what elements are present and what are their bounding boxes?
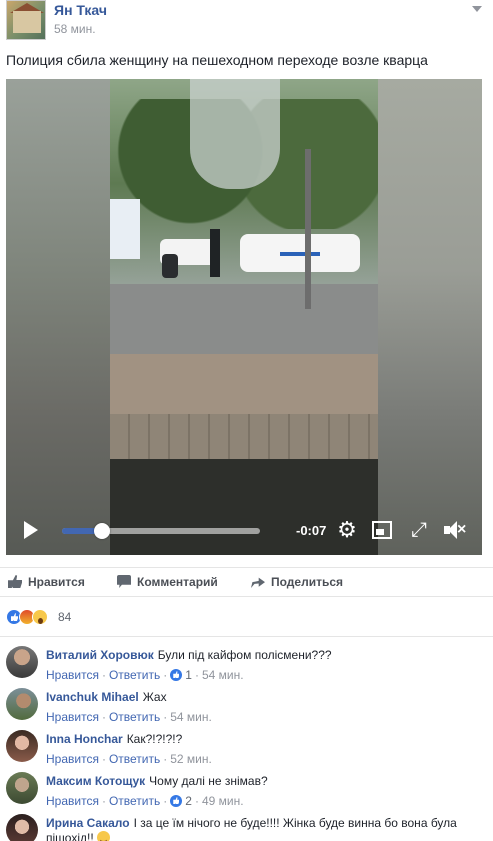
video-frame[interactable] <box>110 79 378 555</box>
comment-reply-link[interactable]: Ответить <box>109 752 160 766</box>
meta-separator: · <box>163 752 168 766</box>
comment-meta: Нравится · Ответить · 52 мин. <box>46 752 212 766</box>
comment-reply-link[interactable]: Ответить <box>109 710 160 724</box>
comment-body: Inna Honchar Как?!?!?!? <box>46 732 486 747</box>
meta-separator: · <box>163 710 168 724</box>
comment-like-link[interactable]: Нравится <box>46 668 99 682</box>
comments-divider <box>0 636 493 637</box>
video-progress-bar[interactable] <box>62 523 260 539</box>
comment-body: Ivanchuk Mihael Жах <box>46 690 486 705</box>
meta-separator: · <box>163 668 168 682</box>
comment-time[interactable]: 54 мин. <box>202 668 244 682</box>
mute-x: × <box>457 521 467 538</box>
author-name[interactable]: Ян Ткач <box>54 2 107 18</box>
comment-body: Виталий Хоровюк Були під кайфом полісмени… <box>46 648 486 663</box>
video-time-remaining: -0:07 <box>296 523 327 538</box>
post-header: Ян Ткач 58 мин. <box>0 0 493 44</box>
like-button[interactable]: Нравится <box>8 575 85 589</box>
comment-like-count[interactable]: 1 <box>185 668 192 682</box>
picture-in-picture-icon[interactable] <box>372 521 392 539</box>
meta-separator: · <box>101 794 106 808</box>
video-blur-left <box>6 79 110 555</box>
commenter-name[interactable]: Ivanchuk Mihael <box>46 690 139 704</box>
comment-like-icon <box>170 795 183 807</box>
comment-item: Ivanchuk Mihael Жах Нравится · Ответить · 54 … <box>0 688 493 730</box>
comment-item: Виталий Хоровюк Були під кайфом полісмени… <box>0 646 493 688</box>
commenter-avatar[interactable] <box>6 772 38 804</box>
commenter-name[interactable]: Inna Honchar <box>46 732 123 746</box>
comment-item: Ирина Сакало І за це їм нічого не буде!!!… <box>0 814 493 841</box>
comment-body: Максим Котощук Чому далі не знімав? <box>46 774 486 789</box>
video-controls: -0:07 ⚙ ⤢ × <box>6 509 482 555</box>
comment-meta: Нравится · Ответить · 1 · 54 мин. <box>46 668 244 682</box>
meta-separator: · <box>194 794 199 808</box>
comment-like-icon <box>170 669 183 681</box>
meta-separator: · <box>101 668 106 682</box>
share-arrow-icon <box>251 577 265 588</box>
comment-time[interactable]: 54 мин. <box>170 710 212 724</box>
post-text: Полиция сбила женщину на пешеходном пере… <box>6 52 428 68</box>
commenter-avatar[interactable] <box>6 646 38 678</box>
avatar-house-shape <box>13 11 41 33</box>
like-label: Нравится <box>28 575 85 589</box>
mute-icon[interactable]: × <box>444 521 468 539</box>
comment-text: Как?!?!?!? <box>126 732 183 746</box>
video-blur-right <box>378 79 482 555</box>
commenter-name[interactable]: Максим Котощук <box>46 774 145 788</box>
video-sky <box>190 79 280 189</box>
comment-label: Комментарий <box>137 575 218 589</box>
video-sign-pole <box>305 149 311 309</box>
gear-icon[interactable]: ⚙ <box>336 519 358 541</box>
comment-like-count[interactable]: 2 <box>185 794 192 808</box>
comment-body: Ирина Сакало І за це їм нічого не буде!!!… <box>46 816 486 841</box>
chevron-down-icon[interactable] <box>469 4 485 14</box>
meta-separator: · <box>194 668 199 682</box>
comment-time[interactable]: 49 мин. <box>202 794 244 808</box>
meta-separator: · <box>101 710 106 724</box>
comment-reply-link[interactable]: Ответить <box>109 668 160 682</box>
commenter-avatar[interactable] <box>6 688 38 720</box>
meta-separator: · <box>101 752 106 766</box>
comment-reply-link[interactable]: Ответить <box>109 794 160 808</box>
comment-item: Inna Honchar Как?!?!?!? Нравится · Ответить… <box>0 730 493 772</box>
meta-separator: · <box>163 794 168 808</box>
commenter-avatar[interactable] <box>6 814 38 841</box>
video-bus-stop <box>110 199 140 259</box>
comment-like-link[interactable]: Нравится <box>46 752 99 766</box>
share-label: Поделиться <box>271 575 344 589</box>
comment-item: Максим Котощук Чому далі не знімав? Нрави… <box>0 772 493 814</box>
video-person-standing <box>210 229 220 277</box>
play-icon[interactable] <box>24 521 38 539</box>
smile-emoji-icon <box>97 831 111 841</box>
comment-like-link[interactable]: Нравится <box>46 710 99 724</box>
video-player[interactable]: -0:07 ⚙ ⤢ × <box>6 79 482 555</box>
post-actions-bar: Нравится Комментарий Поделиться <box>0 567 493 597</box>
comment-button[interactable]: Комментарий <box>117 575 218 589</box>
comment-bubble-icon <box>117 575 131 588</box>
comment-meta: Нравится · Ответить · 54 мин. <box>46 710 212 724</box>
video-road <box>110 284 378 354</box>
comment-text: Чому далі не знімав? <box>149 774 268 788</box>
wow-reaction-icon <box>32 609 48 625</box>
video-progress-knob[interactable] <box>93 523 110 539</box>
share-button[interactable]: Поделиться <box>251 575 343 589</box>
comment-time[interactable]: 52 мин. <box>170 752 212 766</box>
video-curb <box>110 354 378 414</box>
comment-meta: Нравится · Ответить · 2 · 49 мин. <box>46 794 244 808</box>
thumbs-up-icon <box>8 575 22 588</box>
video-police-car-2 <box>240 234 360 272</box>
video-person-kneeling <box>162 254 178 278</box>
post-timestamp[interactable]: 58 мин. <box>54 22 96 36</box>
comment-text: Були під кайфом полісмени??? <box>157 648 332 662</box>
reaction-count[interactable]: 84 <box>58 610 71 624</box>
commenter-name[interactable]: Ирина Сакало <box>46 816 130 830</box>
speaker-cone <box>448 521 457 539</box>
comment-like-link[interactable]: Нравится <box>46 794 99 808</box>
commenter-name[interactable]: Виталий Хоровюк <box>46 648 154 662</box>
fullscreen-icon[interactable]: ⤢ <box>408 519 430 541</box>
comment-text: Жах <box>142 690 167 704</box>
commenter-avatar[interactable] <box>6 730 38 762</box>
author-avatar[interactable] <box>6 0 46 40</box>
